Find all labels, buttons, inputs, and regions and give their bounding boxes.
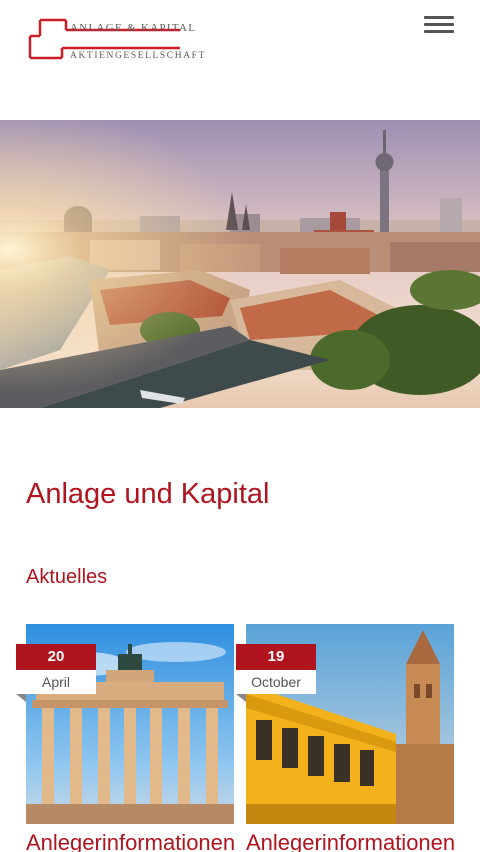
logo-text-line2: AKTIENGESELLSCHAFT bbox=[70, 51, 206, 61]
date-badge: 20 April bbox=[16, 644, 96, 702]
section-title-news: Aktuelles bbox=[26, 566, 108, 588]
logo-text-line1: ANLAGE & KAPITAL bbox=[70, 22, 197, 34]
menu-bar bbox=[424, 23, 454, 26]
company-logo[interactable]: ANLAGE & KAPITAL AKTIENGESELLSCHAFT bbox=[28, 18, 204, 64]
news-card-title[interactable]: Anlegerinformationen bbox=[26, 830, 235, 852]
hero-image bbox=[0, 120, 480, 408]
menu-bar bbox=[424, 30, 454, 33]
date-badge-fold bbox=[16, 694, 26, 702]
hamburger-menu-icon[interactable] bbox=[422, 14, 456, 38]
berlin-skyline-image bbox=[0, 120, 480, 408]
date-badge-fold bbox=[236, 694, 246, 702]
site-header: ANLAGE & KAPITAL AKTIENGESELLSCHAFT bbox=[0, 0, 480, 120]
date-month: October bbox=[236, 670, 316, 694]
page-title: Anlage und Kapital bbox=[26, 478, 270, 510]
date-month: April bbox=[16, 670, 96, 694]
news-card[interactable]: 19 October Anlegerinformationen bbox=[236, 624, 455, 852]
date-badge: 19 October bbox=[236, 644, 316, 702]
news-card[interactable]: 20 April Anlegerinformationen bbox=[16, 624, 235, 852]
date-day: 20 bbox=[16, 644, 96, 670]
page: ANLAGE & KAPITAL AKTIENGESELLSCHAFT Anla… bbox=[0, 0, 480, 852]
date-day: 19 bbox=[236, 644, 316, 670]
menu-bar bbox=[424, 16, 454, 19]
news-card-title[interactable]: Anlegerinformationen bbox=[246, 830, 455, 852]
